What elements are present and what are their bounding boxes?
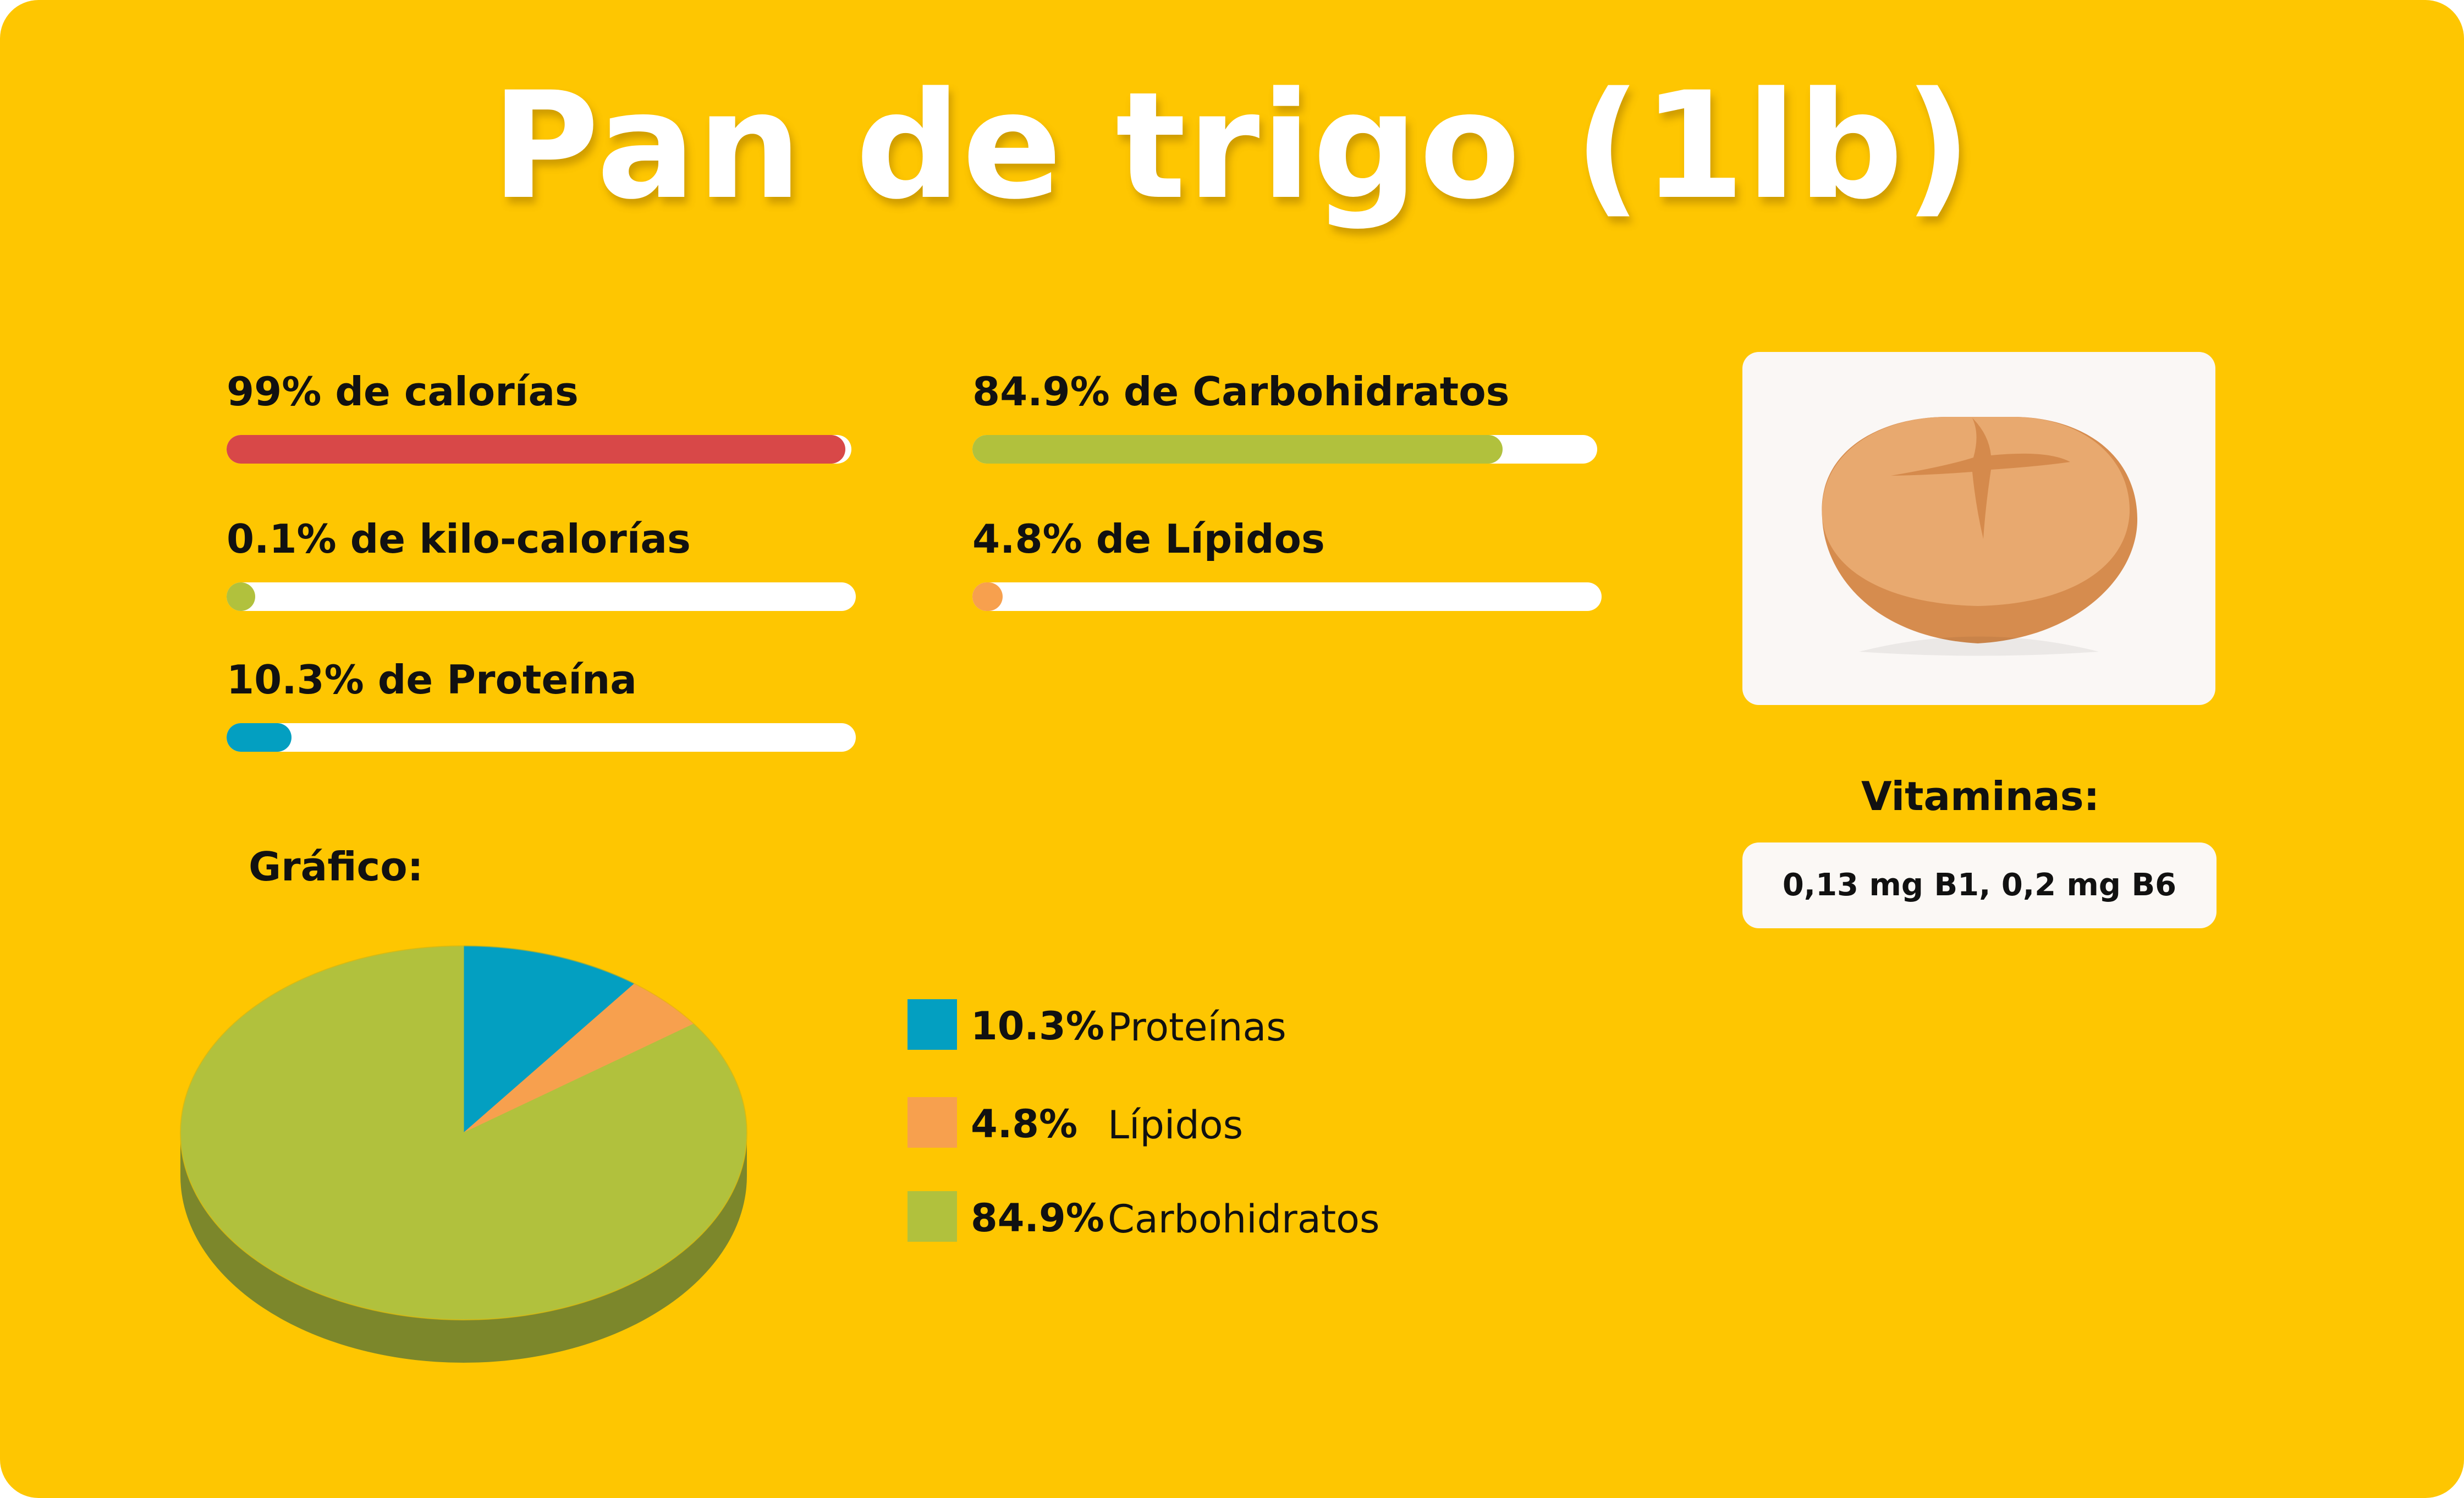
progress-track — [227, 582, 856, 611]
metric-label: 4.8% de Lípidos — [972, 516, 1325, 562]
vitamins-value: 0,13 mg B1, 0,2 mg B6 — [1742, 842, 2216, 928]
legend-swatch — [908, 999, 957, 1050]
metric-label: 99% de calorías — [227, 368, 579, 415]
progress-track — [972, 582, 1602, 611]
progress-track — [227, 435, 851, 464]
legend-swatch — [908, 1097, 957, 1148]
progress-fill — [227, 723, 292, 752]
progress-fill — [972, 582, 1003, 611]
legend-percent: 10.3% — [971, 1004, 1104, 1049]
legend-percent: 4.8% — [971, 1102, 1078, 1147]
metric-carbohydrates: 84.9% de Carbohidratos — [972, 368, 1597, 464]
legend-name: Proteínas — [1108, 1005, 1286, 1050]
pie-chart — [180, 945, 747, 1363]
metric-calories: 99% de calorías — [227, 368, 851, 464]
nutrition-card: Pan de trigo (1lb) 99% de calorías 84.9%… — [0, 0, 2464, 1498]
vitamins-label: Vitaminas: — [1861, 773, 2100, 819]
progress-fill — [227, 435, 845, 464]
page-title: Pan de trigo (1lb) — [491, 60, 1973, 232]
food-image-panel — [1742, 352, 2215, 705]
bread-loaf-icon — [1822, 417, 2138, 656]
legend-percent: 84.9% — [971, 1196, 1104, 1241]
metric-protein: 10.3% de Proteína — [227, 657, 856, 752]
legend-name: Lípidos — [1108, 1103, 1244, 1148]
metric-kilocalories: 0.1% de kilo-calorías — [227, 516, 856, 611]
metric-lipids: 4.8% de Lípidos — [972, 516, 1602, 611]
legend-name: Carbohidratos — [1108, 1197, 1380, 1242]
progress-fill — [227, 582, 255, 611]
progress-fill — [972, 435, 1503, 464]
metric-label: 84.9% de Carbohidratos — [972, 368, 1510, 415]
metric-label: 0.1% de kilo-calorías — [227, 516, 691, 562]
metric-label: 10.3% de Proteína — [227, 657, 637, 703]
chart-section-label: Gráfico: — [249, 844, 424, 890]
progress-track — [972, 435, 1597, 464]
progress-track — [227, 723, 856, 752]
legend-swatch — [908, 1191, 957, 1242]
